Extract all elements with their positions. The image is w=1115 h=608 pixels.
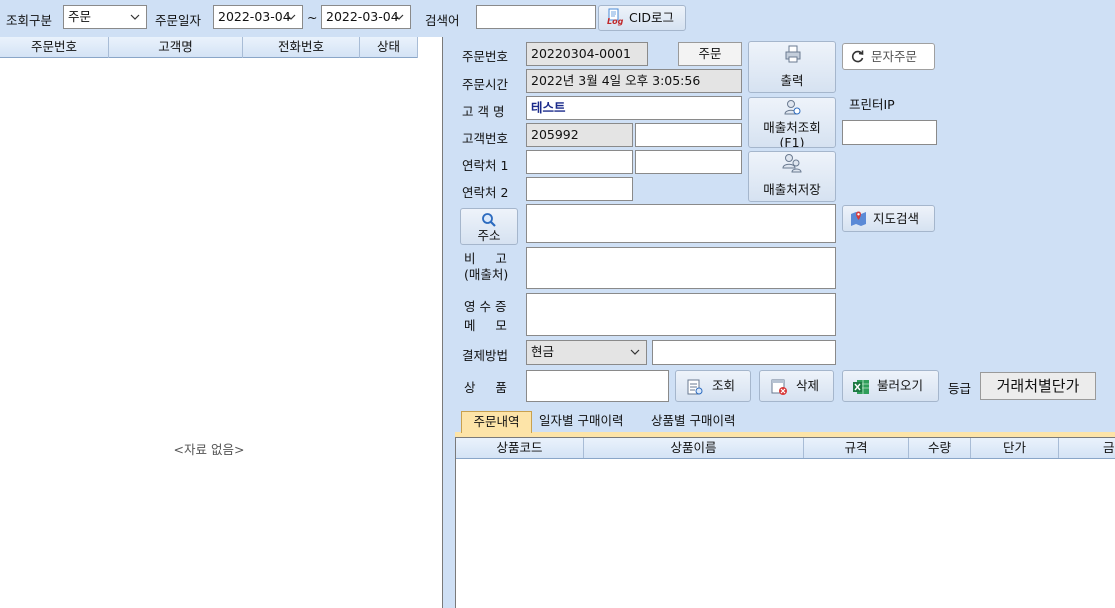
log-icon-text: Log: [607, 17, 624, 26]
printer-icon: [785, 45, 801, 63]
product-label: 상 품: [464, 380, 507, 395]
column-header-product-code[interactable]: 상품코드: [456, 438, 584, 458]
print-button[interactable]: 출력: [748, 41, 836, 93]
query-type-select[interactable]: 주문: [63, 5, 147, 29]
date-range-separator: ~: [307, 10, 318, 25]
empty-list-message: <자료 없음>: [173, 442, 245, 457]
customer-no-field[interactable]: 205992: [526, 123, 633, 147]
order-time-field[interactable]: 2022년 3월 4일 오후 3:05:56: [526, 69, 742, 93]
address-field[interactable]: [526, 204, 836, 243]
chevron-down-icon: [286, 14, 296, 20]
store-lookup-shortcut: (F1): [779, 135, 805, 148]
order-items-grid: 상품코드 상품이름 규격 수량 단가 금: [455, 437, 1115, 608]
contact1-field-b[interactable]: [635, 150, 742, 174]
chevron-down-icon: [130, 14, 140, 20]
address-search-button[interactable]: 주소: [460, 208, 518, 245]
column-header-customer-name[interactable]: 고객명: [109, 37, 243, 58]
column-header-unit-price[interactable]: 단가: [971, 438, 1059, 458]
column-header-amount[interactable]: 금: [1059, 438, 1115, 458]
column-header-quantity[interactable]: 수량: [909, 438, 971, 458]
map-search-label: 지도검색: [873, 211, 920, 226]
order-no-field[interactable]: 20220304-0001: [526, 42, 648, 66]
order-list-header: 주문번호 고객명 전화번호 상태: [0, 37, 418, 58]
customer-no-extra-field[interactable]: [635, 123, 742, 147]
payment-extra-field[interactable]: [652, 340, 836, 365]
payment-method-select[interactable]: 현금: [526, 340, 647, 365]
import-button[interactable]: 불러오기: [842, 370, 939, 402]
address-button-label: 주소: [477, 228, 501, 243]
order-time-label: 주문시간: [462, 77, 509, 92]
search-input[interactable]: [476, 5, 596, 29]
query-type-value: 주문: [68, 9, 92, 24]
refresh-icon: [851, 50, 864, 63]
product-field[interactable]: [526, 370, 669, 402]
sms-order-button[interactable]: 문자주문: [842, 43, 935, 70]
tab-product-purchase[interactable]: 상품별 구매이력: [647, 411, 739, 433]
magnifier-icon: [482, 213, 496, 227]
column-header-status[interactable]: 상태: [360, 37, 418, 58]
search-label: 검색어: [425, 13, 460, 28]
store-lookup-label: 매출처조회: [763, 120, 821, 135]
cid-log-label: CID로그: [629, 10, 675, 25]
import-label: 불러오기: [877, 378, 924, 393]
chevron-down-icon: [630, 349, 640, 355]
receipt-memo-field[interactable]: [526, 293, 836, 336]
payment-label: 결제방법: [462, 348, 509, 363]
query-type-label: 조회구분: [6, 13, 53, 28]
tab-daily-purchase[interactable]: 일자별 구매이력: [535, 411, 627, 433]
date-to-picker[interactable]: 2022-03-04: [321, 5, 411, 29]
cid-log-button[interactable]: Log CID로그: [598, 5, 686, 31]
receipt-label-line2: 메 모: [464, 318, 507, 333]
users-save-icon: [782, 154, 802, 173]
contact1-label: 연락처 1: [462, 158, 509, 173]
order-items-header: 상품코드 상품이름 규격 수량 단가 금: [456, 438, 1115, 459]
order-date-label: 주문일자: [155, 13, 202, 28]
customer-name-field[interactable]: 테스트: [526, 96, 742, 120]
remark-label-line2: (매출처): [464, 267, 509, 282]
sms-order-label: 문자주문: [871, 49, 918, 64]
delete-icon: [771, 379, 787, 395]
column-header-order-no[interactable]: 주문번호: [0, 37, 109, 58]
receipt-label-line1: 영 수 증: [464, 299, 507, 314]
product-lookup-button[interactable]: 조회: [675, 370, 751, 402]
log-icon: Log: [606, 8, 624, 28]
document-search-icon: [687, 379, 703, 395]
column-header-phone[interactable]: 전화번호: [243, 37, 360, 58]
map-pin-icon: [851, 211, 866, 226]
payment-method-value: 현금: [531, 344, 555, 359]
grade-label: 등급: [948, 381, 972, 396]
user-search-icon: [784, 100, 801, 115]
order-no-label: 주문번호: [462, 49, 509, 64]
date-from-value: 2022-03-04: [218, 9, 291, 24]
store-lookup-button[interactable]: 매출처조회 (F1): [748, 97, 836, 148]
contact2-label: 연락처 2: [462, 185, 509, 200]
column-header-product-name[interactable]: 상품이름: [584, 438, 804, 458]
lookup-label: 조회: [712, 378, 736, 393]
customer-no-label: 고객번호: [462, 131, 509, 146]
tab-order-history[interactable]: 주문내역: [461, 411, 532, 433]
customer-name-label: 고 객 명: [462, 104, 505, 119]
map-search-button[interactable]: 지도검색: [842, 205, 935, 232]
order-list-panel: 주문번호 고객명 전화번호 상태 <자료 없음>: [0, 37, 443, 608]
delete-label: 삭제: [796, 378, 820, 393]
contact2-field[interactable]: [526, 177, 633, 201]
print-button-label: 출력: [780, 73, 804, 88]
chevron-down-icon: [394, 14, 404, 20]
printer-ip-label: 프린터IP: [849, 97, 895, 112]
contact1-field-a[interactable]: [526, 150, 633, 174]
delete-button[interactable]: 삭제: [759, 370, 834, 402]
store-save-label: 매출처저장: [763, 182, 821, 197]
printer-ip-field[interactable]: [842, 120, 937, 145]
order-button[interactable]: 주문: [678, 42, 742, 66]
column-header-spec[interactable]: 규격: [804, 438, 909, 458]
remark-field[interactable]: [526, 247, 836, 289]
grade-select[interactable]: 거래처별단가: [980, 372, 1096, 400]
excel-icon: [853, 380, 869, 394]
store-save-button[interactable]: 매출처저장: [748, 151, 836, 202]
date-from-picker[interactable]: 2022-03-04: [213, 5, 303, 29]
date-to-value: 2022-03-04: [326, 9, 399, 24]
